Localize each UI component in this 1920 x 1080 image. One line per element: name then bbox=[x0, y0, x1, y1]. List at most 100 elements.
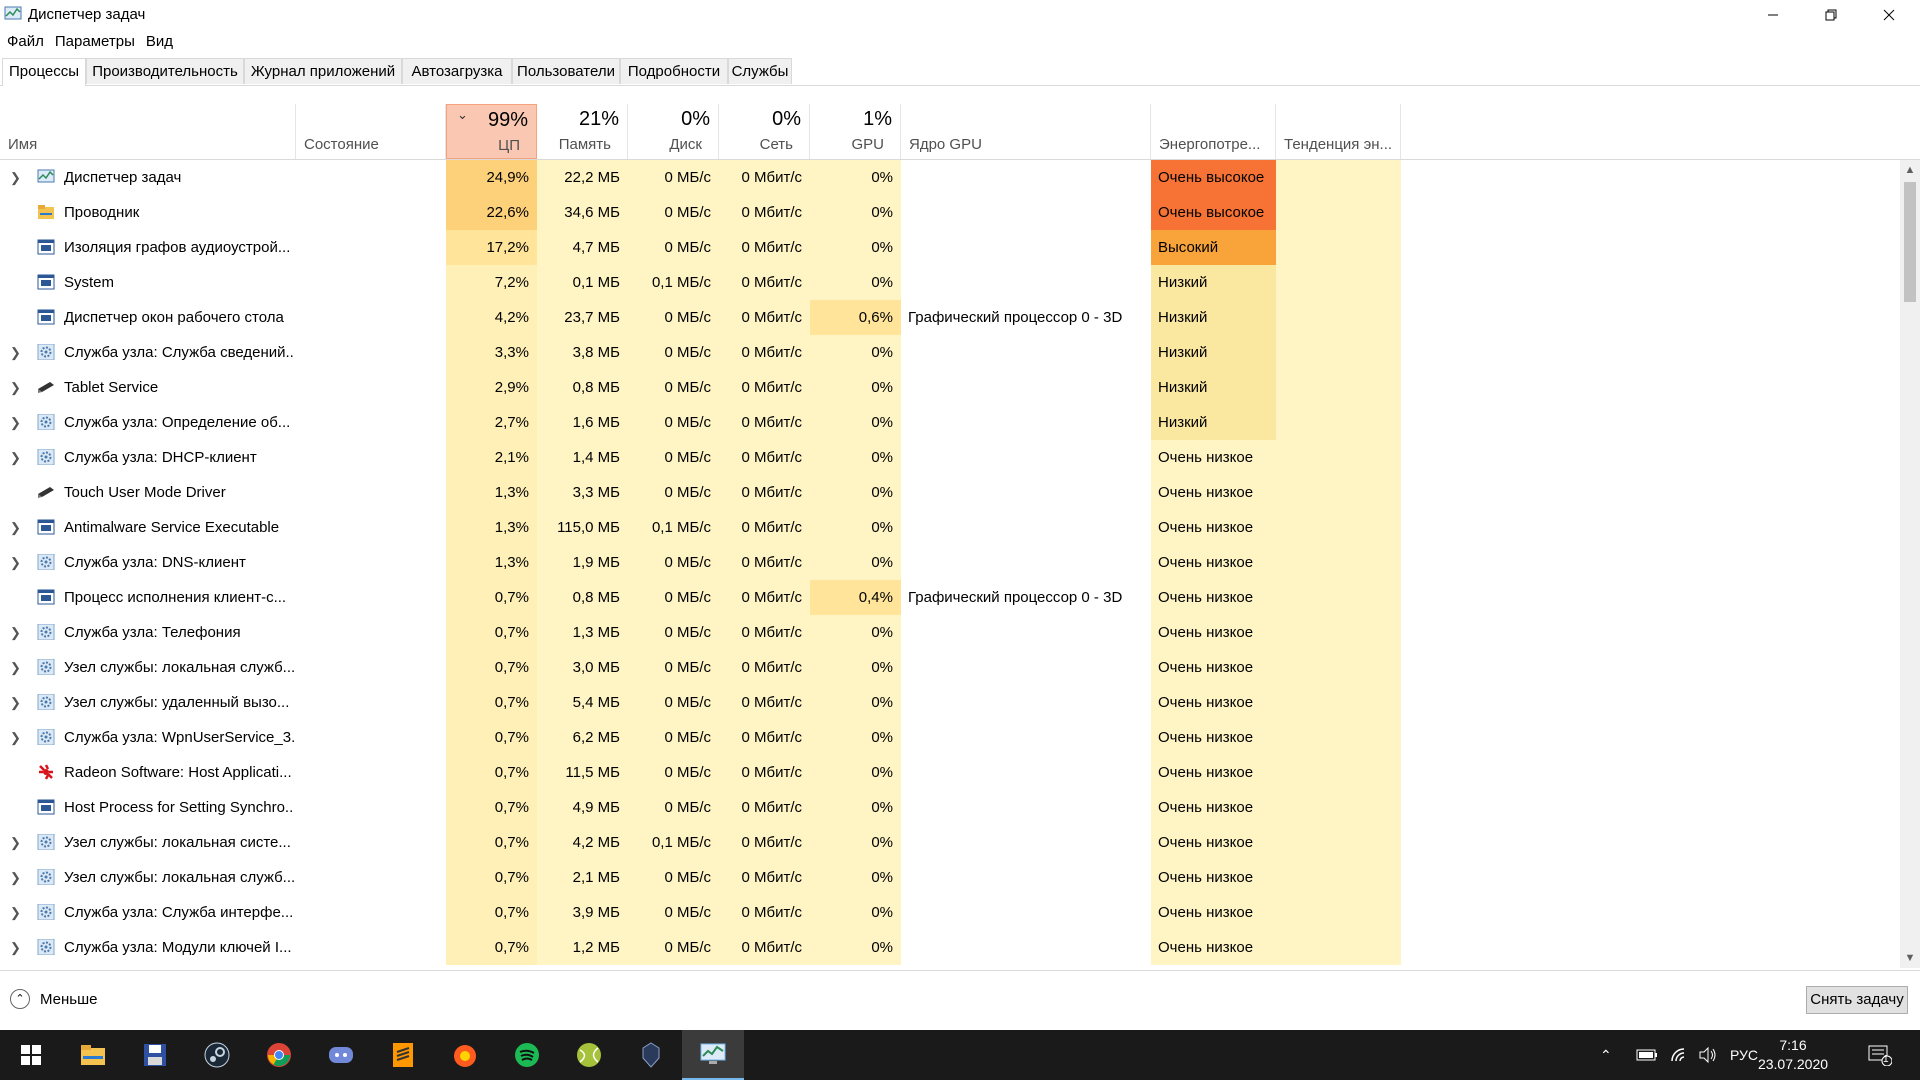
volume-icon[interactable] bbox=[1698, 1030, 1718, 1080]
gpu-engine-value bbox=[901, 545, 1151, 580]
process-row[interactable]: System 7,2% 0,1 МБ 0,1 МБ/с 0 Мбит/с 0% Низкий bbox=[0, 265, 1900, 300]
process-row[interactable]: ❯ Служба узла: Служба интерфе... 0,7% 3,9 М… bbox=[0, 895, 1900, 930]
process-row[interactable]: Radeon Software: Host Applicati... 0,7% 11… bbox=[0, 755, 1900, 790]
expand-chevron-icon[interactable]: ❯ bbox=[10, 825, 21, 860]
process-row[interactable]: ❯ Узел службы: локальная служб... 0,7% 2,1 … bbox=[0, 860, 1900, 895]
process-name: Служба узла: Служба сведений... bbox=[64, 344, 294, 361]
menu-view[interactable]: Вид bbox=[146, 30, 173, 54]
expand-chevron-icon[interactable]: ❯ bbox=[10, 405, 21, 440]
clock[interactable]: 7:16 23.07.2020 bbox=[1748, 1036, 1838, 1074]
process-row[interactable]: Изоляция графов аудиоустрой... 17,2% 4,7 М… bbox=[0, 230, 1900, 265]
expand-chevron-icon[interactable]: ❯ bbox=[10, 860, 21, 895]
scroll-up-icon[interactable]: ▲ bbox=[1900, 160, 1920, 180]
memory-value: 1,9 МБ bbox=[537, 545, 628, 580]
maximize-button[interactable] bbox=[1802, 0, 1860, 30]
network-value: 0 Мбит/с bbox=[719, 790, 810, 825]
power-usage-value: Очень высокое bbox=[1151, 195, 1276, 230]
music-app-icon[interactable] bbox=[434, 1030, 496, 1080]
gpu-engine-value bbox=[901, 755, 1151, 790]
tab-services[interactable]: Службы bbox=[728, 58, 792, 84]
expand-chevron-icon[interactable]: ❯ bbox=[10, 440, 21, 475]
expand-chevron-icon[interactable]: ❯ bbox=[10, 370, 21, 405]
col-power-trend-header[interactable]: Тенденция эн... bbox=[1276, 104, 1401, 159]
tennis-app-icon[interactable] bbox=[558, 1030, 620, 1080]
tab-startup[interactable]: Автозагрузка bbox=[402, 58, 512, 84]
process-name: Процесс исполнения клиент-с... bbox=[64, 589, 287, 606]
menu-options[interactable]: Параметры bbox=[55, 30, 135, 54]
power-usage-value: Очень низкое bbox=[1151, 720, 1276, 755]
task-manager-taskbar-icon[interactable] bbox=[682, 1030, 744, 1080]
save-app-icon[interactable] bbox=[124, 1030, 186, 1080]
process-row[interactable]: ❯ Служба узла: WpnUserService_3... 0,7% 6,2… bbox=[0, 720, 1900, 755]
battery-icon[interactable] bbox=[1636, 1030, 1658, 1080]
windows-start-icon[interactable] bbox=[0, 1030, 62, 1080]
expand-chevron-icon[interactable]: ❯ bbox=[10, 615, 21, 650]
tab-app-history[interactable]: Журнал приложений bbox=[244, 58, 402, 84]
col-disk-header[interactable]: 0% Диск bbox=[628, 104, 719, 159]
expand-chevron-icon[interactable]: ❯ bbox=[10, 930, 21, 965]
notification-center-icon[interactable]: 1 bbox=[1868, 1030, 1892, 1080]
col-gpu-header[interactable]: 1% GPU bbox=[810, 104, 901, 159]
expand-chevron-icon[interactable]: ❯ bbox=[10, 895, 21, 930]
process-row[interactable]: ❯ Служба узла: DNS-клиент 1,3% 1,9 МБ 0 МБ/с… bbox=[0, 545, 1900, 580]
process-row[interactable]: ❯ Служба узла: Телефония 0,7% 1,3 МБ 0 МБ/с 0… bbox=[0, 615, 1900, 650]
minimize-button[interactable] bbox=[1744, 0, 1802, 30]
process-row[interactable]: ❯ Служба узла: DHCP-клиент 2,1% 1,4 МБ 0 МБ/… bbox=[0, 440, 1900, 475]
discord-icon[interactable] bbox=[310, 1030, 372, 1080]
col-cpu-header[interactable]: ⌄ 99% ЦП bbox=[446, 104, 537, 159]
cpu-value: 24,9% bbox=[446, 160, 537, 195]
col-power-header[interactable]: Энергопотре... bbox=[1151, 104, 1276, 159]
gpu-total: 1% bbox=[863, 108, 892, 130]
tab-bar: Процессы Производительность Журнал прило… bbox=[0, 58, 1920, 86]
vertical-scrollbar[interactable]: ▲ ▼ bbox=[1900, 160, 1920, 968]
sublime-text-icon[interactable] bbox=[372, 1030, 434, 1080]
process-row[interactable]: Диспетчер окон рабочего стола 4,2% 23,7 МБ… bbox=[0, 300, 1900, 335]
gear-icon bbox=[37, 728, 55, 746]
menu-bar: Файл Параметры Вид bbox=[0, 30, 1920, 54]
process-row[interactable]: ❯ Диспетчер задач 24,9% 22,2 МБ 0 МБ/с 0 Мбит… bbox=[0, 160, 1900, 195]
tab-users[interactable]: Пользователи bbox=[512, 58, 620, 84]
process-row[interactable]: ❯ Узел службы: локальная систе... 0,7% 4,2 … bbox=[0, 825, 1900, 860]
game-app-icon[interactable] bbox=[620, 1030, 682, 1080]
end-task-button[interactable]: Снять задачу bbox=[1806, 986, 1908, 1014]
tab-performance[interactable]: Производительность bbox=[86, 58, 244, 84]
tab-processes[interactable]: Процессы bbox=[2, 58, 86, 86]
col-memory-header[interactable]: 21% Память bbox=[537, 104, 628, 159]
menu-file[interactable]: Файл bbox=[7, 30, 44, 54]
process-row[interactable]: Процесс исполнения клиент-с... 0,7% 0,8 МБ… bbox=[0, 580, 1900, 615]
cpu-value: 1,3% bbox=[446, 510, 537, 545]
disk-value: 0 МБ/с bbox=[628, 685, 719, 720]
steam-icon[interactable] bbox=[186, 1030, 248, 1080]
wifi-icon[interactable] bbox=[1670, 1030, 1688, 1080]
col-status-header[interactable]: Состояние bbox=[296, 104, 446, 159]
expand-chevron-icon[interactable]: ❯ bbox=[10, 685, 21, 720]
expand-chevron-icon[interactable]: ❯ bbox=[10, 545, 21, 580]
process-row[interactable]: Проводник 22,6% 34,6 МБ 0 МБ/с 0 Мбит/с 0% Оче… bbox=[0, 195, 1900, 230]
expand-chevron-icon[interactable]: ❯ bbox=[10, 510, 21, 545]
fewer-details-button[interactable]: ⌃ Меньше bbox=[10, 989, 97, 1009]
process-row[interactable]: ❯ Служба узла: Модули ключей I... 0,7% 1,2 … bbox=[0, 930, 1900, 965]
tray-chevron-icon[interactable]: ⌃ bbox=[1600, 1030, 1612, 1080]
process-row[interactable]: ❯ Служба узла: Определение об... 2,7% 1,6 М… bbox=[0, 405, 1900, 440]
tab-details[interactable]: Подробности bbox=[620, 58, 728, 84]
expand-chevron-icon[interactable]: ❯ bbox=[10, 720, 21, 755]
scroll-down-icon[interactable]: ▼ bbox=[1900, 948, 1920, 968]
close-button[interactable] bbox=[1860, 0, 1918, 30]
file-explorer-icon[interactable] bbox=[62, 1030, 124, 1080]
process-row[interactable]: ❯ Antimalware Service Executable 1,3% 115,0… bbox=[0, 510, 1900, 545]
spotify-icon[interactable] bbox=[496, 1030, 558, 1080]
expand-chevron-icon[interactable]: ❯ bbox=[10, 335, 21, 370]
expand-chevron-icon[interactable]: ❯ bbox=[10, 650, 21, 685]
col-network-header[interactable]: 0% Сеть bbox=[719, 104, 810, 159]
col-gpu-engine-header[interactable]: Ядро GPU bbox=[901, 104, 1151, 159]
process-row[interactable]: Touch User Mode Driver 1,3% 3,3 МБ 0 МБ/с 0 … bbox=[0, 475, 1900, 510]
process-row[interactable]: ❯ Служба узла: Служба сведений... 3,3% 3,8 … bbox=[0, 335, 1900, 370]
process-row[interactable]: ❯ Узел службы: локальная служб... 0,7% 3,0 … bbox=[0, 650, 1900, 685]
expand-chevron-icon[interactable]: ❯ bbox=[10, 160, 21, 195]
process-row[interactable]: ❯ Tablet Service 2,9% 0,8 МБ 0 МБ/с 0 Мбит/с 0… bbox=[0, 370, 1900, 405]
process-row[interactable]: ❯ Узел службы: удаленный вызо... 0,7% 5,4 М… bbox=[0, 685, 1900, 720]
process-row[interactable]: Host Process for Setting Synchro... 0,7% 4… bbox=[0, 790, 1900, 825]
scroll-thumb[interactable] bbox=[1904, 182, 1916, 302]
chrome-icon[interactable] bbox=[248, 1030, 310, 1080]
col-name-header[interactable]: Имя bbox=[0, 104, 296, 159]
